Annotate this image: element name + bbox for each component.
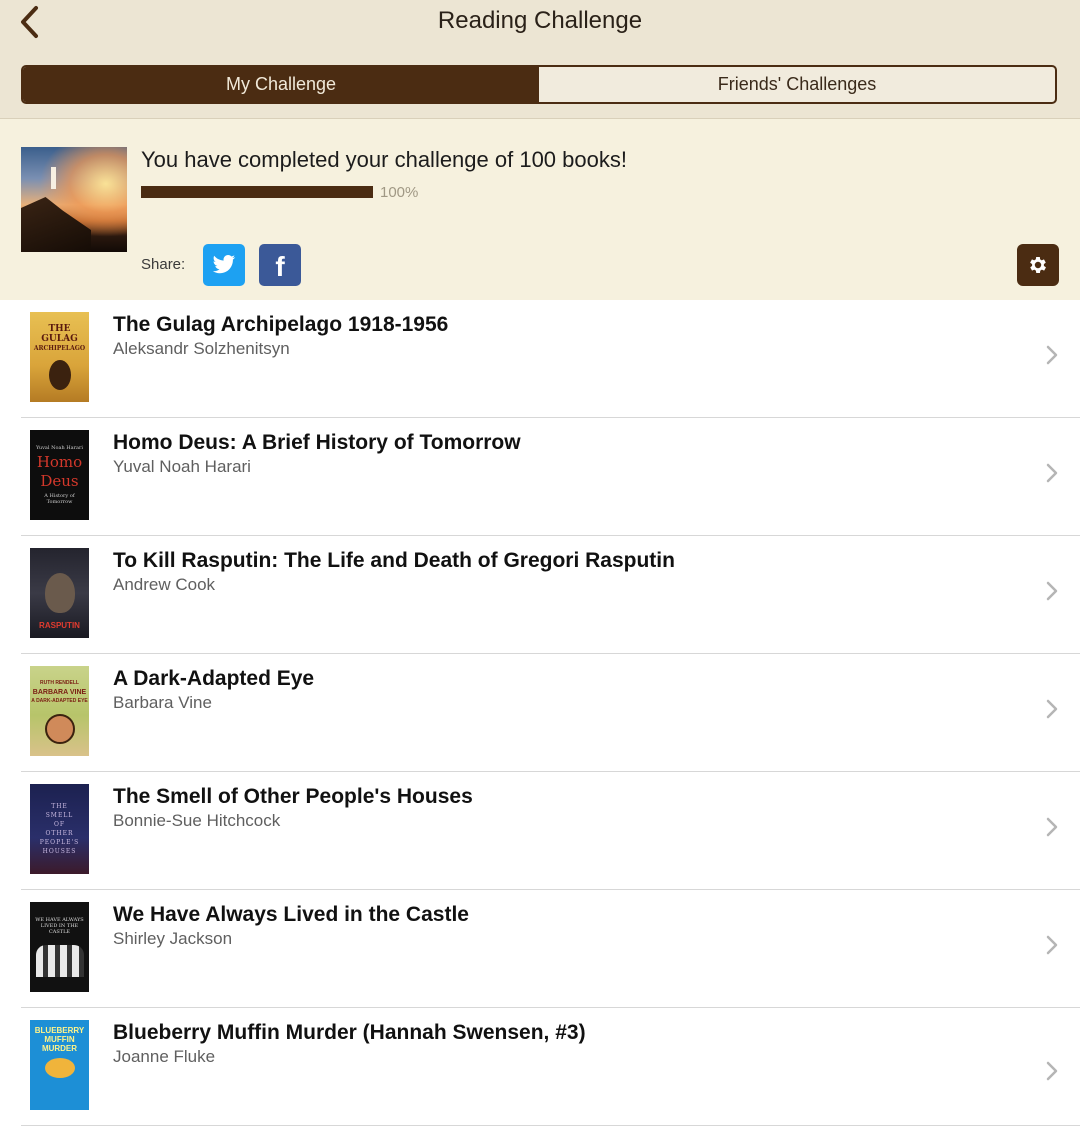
book-cover: WE HAVE ALWAYS LIVED IN THE CASTLE	[30, 902, 89, 992]
tab-friends-challenges[interactable]: Friends' Challenges	[539, 67, 1055, 102]
cover-text: MUFFIN	[44, 1035, 75, 1044]
challenge-tabs: My Challenge Friends' Challenges	[21, 65, 1057, 104]
cover-text: SMELL	[45, 812, 74, 819]
book-row[interactable]: THE SMELL OF OTHER PEOPLE'S HOUSES The S…	[21, 772, 1080, 890]
challenge-photo	[21, 147, 127, 252]
chevron-right-icon	[1046, 935, 1058, 955]
challenge-settings-button[interactable]	[1017, 244, 1059, 286]
book-list: THE GULAG ARCHIPELAGO The Gulag Archipel…	[0, 300, 1080, 1126]
cover-art	[44, 573, 75, 613]
cover-text: Tomorrow	[46, 499, 73, 505]
chevron-right-icon	[1046, 1061, 1058, 1081]
book-row[interactable]: THE GULAG ARCHIPELAGO The Gulag Archipel…	[21, 300, 1080, 418]
cover-text: A DARK-ADAPTED EYE	[31, 697, 88, 704]
cover-text: RASPUTIN	[39, 621, 80, 630]
twitter-share-button[interactable]	[203, 244, 245, 286]
cover-text: HOUSES	[42, 848, 77, 855]
book-row[interactable]: BLUEBERRY MUFFIN MURDER Blueberry Muffin…	[21, 1008, 1080, 1126]
book-author: Shirley Jackson	[113, 929, 233, 948]
cover-art	[44, 1058, 75, 1078]
chevron-right-icon	[1046, 463, 1058, 483]
challenge-summary: You have completed your challenge of 100…	[0, 119, 1080, 300]
challenge-progress-bar	[141, 186, 373, 198]
challenge-message: You have completed your challenge of 100…	[141, 147, 627, 172]
cover-text: GULAG	[41, 334, 78, 344]
book-row[interactable]: RUTH RENDELL BARBARA VINE A DARK-ADAPTED…	[21, 654, 1080, 772]
book-cover: RASPUTIN	[30, 548, 89, 638]
book-title: Blueberry Muffin Murder (Hannah Swensen,…	[113, 1021, 586, 1044]
book-row[interactable]: Yuval Noah Harari Homo Deus A History of…	[21, 418, 1080, 536]
chevron-right-icon	[1046, 345, 1058, 365]
cover-text: MURDER	[41, 1044, 78, 1053]
twitter-icon	[212, 255, 236, 274]
tab-my-challenge[interactable]: My Challenge	[23, 67, 539, 102]
book-author: Barbara Vine	[113, 693, 212, 712]
gear-icon	[1030, 257, 1046, 273]
book-cover: THE SMELL OF OTHER PEOPLE'S HOUSES	[30, 784, 89, 874]
book-author: Andrew Cook	[113, 575, 216, 594]
book-cover: RUTH RENDELL BARBARA VINE A DARK-ADAPTED…	[30, 666, 89, 756]
book-author: Aleksandr Solzhenitsyn	[113, 339, 290, 358]
page-title: Reading Challenge	[437, 7, 643, 34]
cover-text: Homo	[36, 453, 83, 471]
cover-text: PEOPLE'S	[39, 839, 80, 846]
cover-text: LIVED IN THE CASTLE	[40, 923, 79, 935]
cover-text: ARCHIPELAGO	[33, 345, 86, 352]
book-title: We Have Always Lived in the Castle	[113, 903, 469, 926]
nav-header: Reading Challenge My Challenge Friends' …	[0, 0, 1080, 119]
cover-text: BARBARA VINE	[32, 688, 87, 696]
book-author: Bonnie-Sue Hitchcock	[113, 811, 281, 830]
book-author: Joanne Fluke	[113, 1047, 216, 1066]
book-title: The Gulag Archipelago 1918-1956	[113, 313, 449, 336]
book-title: A Dark-Adapted Eye	[113, 667, 315, 690]
book-cover: Yuval Noah Harari Homo Deus A History of…	[30, 430, 89, 520]
progress-fill	[141, 186, 373, 198]
progress-percent: 100%	[380, 184, 419, 201]
cover-text: OTHER	[45, 830, 74, 837]
book-title: The Smell of Other People's Houses	[113, 785, 473, 808]
cover-text: THE	[51, 803, 68, 810]
cover-text: RUTH RENDELL	[40, 679, 79, 686]
book-row[interactable]: WE HAVE ALWAYS LIVED IN THE CASTLE We Ha…	[21, 890, 1080, 1008]
book-author: Yuval Noah Harari	[113, 457, 251, 476]
cover-art	[48, 360, 71, 390]
lighthouse-shape	[51, 167, 56, 189]
cover-text: THE	[48, 324, 71, 334]
cover-art	[35, 945, 84, 977]
chevron-right-icon	[1046, 699, 1058, 719]
cover-art	[44, 713, 75, 744]
book-cover: THE GULAG ARCHIPELAGO	[30, 312, 89, 402]
cover-text: BLUEBERRY	[34, 1026, 85, 1035]
facebook-icon: f	[275, 251, 285, 282]
book-title: Homo Deus: A Brief History of Tomorrow	[113, 431, 521, 454]
book-title: To Kill Rasputin: The Life and Death of …	[113, 549, 675, 572]
cover-text: Deus	[40, 472, 79, 490]
facebook-share-button[interactable]: f	[259, 244, 301, 286]
book-cover: BLUEBERRY MUFFIN MURDER	[30, 1020, 89, 1110]
cliff-shape	[21, 197, 91, 252]
cover-text: OF	[53, 821, 66, 828]
chevron-right-icon	[1046, 581, 1058, 601]
cover-text: Yuval Noah Harari	[36, 445, 83, 451]
share-label: Share:	[141, 256, 186, 273]
book-row[interactable]: RASPUTIN To Kill Rasputin: The Life and …	[21, 536, 1080, 654]
chevron-right-icon	[1046, 817, 1058, 837]
